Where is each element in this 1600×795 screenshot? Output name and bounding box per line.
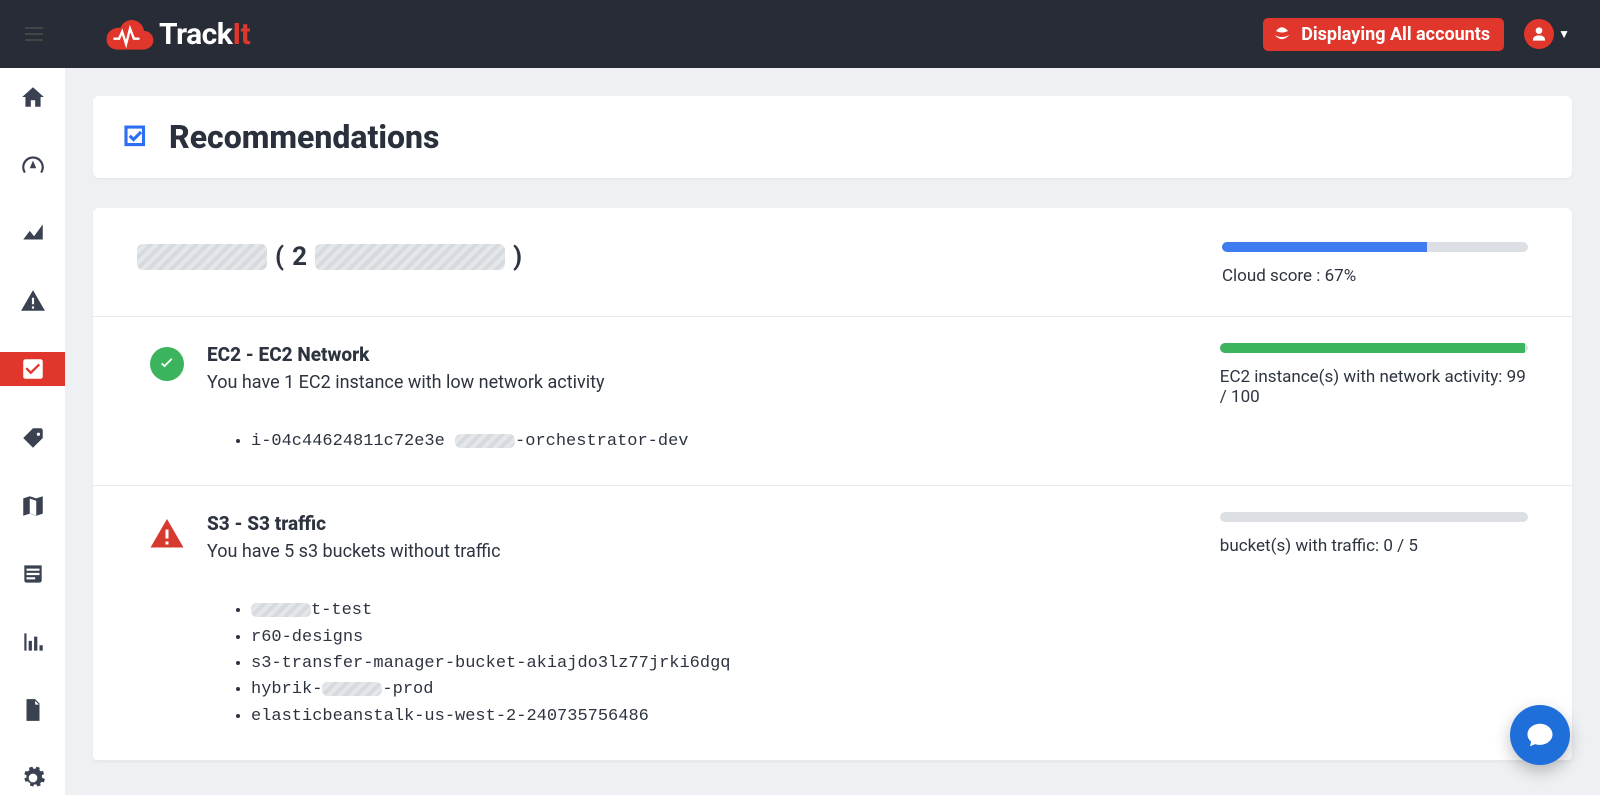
- area-chart-icon: [20, 220, 46, 246]
- status-ok-icon: [127, 343, 207, 455]
- page-title: Recommendations: [169, 118, 439, 156]
- rec-item-list: i-04c44624811c72e3e -orchestrator-dev: [207, 429, 1020, 455]
- recommendations-panel: ( 2 ) Cloud score : 67% EC2 - EC2 Networ…: [93, 208, 1572, 761]
- rec-title: S3 - S3 traffic: [207, 512, 1020, 535]
- chevron-down-icon: ▼: [1558, 27, 1570, 41]
- cloud-score-label: Cloud score : 67%: [1222, 266, 1528, 286]
- rec-item-list: t-testr60-designss3-transfer-manager-buc…: [207, 598, 1020, 730]
- warning-icon: [20, 288, 46, 314]
- metric-bar: [1220, 512, 1528, 522]
- sidebar-item-analytics[interactable]: [0, 216, 65, 250]
- aws-icon: [1273, 25, 1291, 43]
- paren-close: ): [513, 242, 522, 272]
- metric-label: EC2 instance(s) with network activity: 9…: [1220, 367, 1528, 407]
- paren-open: (: [275, 242, 284, 272]
- bar-chart-icon: [20, 629, 46, 655]
- news-icon: [20, 561, 46, 587]
- metric-label: bucket(s) with traffic: 0 / 5: [1220, 536, 1528, 556]
- rec-item: t-test: [251, 598, 1020, 624]
- rec-item: hybrik--prod: [251, 677, 1020, 703]
- main: Recommendations ( 2 ) Cloud score : 67%: [65, 68, 1600, 789]
- rec-item: i-04c44624811c72e3e -orchestrator-dev: [251, 429, 1020, 455]
- brand-logo[interactable]: TrackIt: [105, 17, 250, 52]
- account-selector-label: Displaying All accounts: [1301, 24, 1490, 45]
- gauge-icon: [20, 152, 46, 178]
- check-box-icon: [20, 356, 46, 382]
- menu-toggle[interactable]: [22, 22, 46, 42]
- chat-icon: [1525, 720, 1555, 750]
- redacted-text: [137, 244, 267, 270]
- user-icon: [1524, 19, 1554, 49]
- sidebar-item-alerts[interactable]: [0, 284, 65, 318]
- cloud-icon: [105, 17, 155, 51]
- check-circle-icon: [150, 347, 184, 381]
- map-icon: [20, 493, 46, 519]
- rec-section: EC2 - EC2 Network You have 1 EC2 instance…: [93, 317, 1572, 486]
- chat-button[interactable]: [1510, 705, 1570, 765]
- account-selector[interactable]: Displaying All accounts: [1263, 18, 1504, 51]
- brand-name: TrackIt: [159, 17, 250, 52]
- rec-subtitle: You have 5 s3 buckets without traffic: [207, 541, 1020, 562]
- sidebar-item-dashboard[interactable]: [0, 148, 65, 182]
- sidebar-item-home[interactable]: [0, 80, 65, 114]
- cloud-score-bar: [1222, 242, 1528, 252]
- metric-bar: [1220, 343, 1528, 353]
- rec-item: elasticbeanstalk-us-west-2-240735756486: [251, 704, 1020, 730]
- account-id-prefix: 2: [292, 242, 307, 272]
- tags-icon: [20, 425, 46, 451]
- sidebar: [0, 0, 65, 795]
- sidebar-item-reports[interactable]: [0, 625, 65, 659]
- account-name: ( 2 ): [137, 242, 1041, 272]
- warning-triangle-icon: [149, 516, 185, 552]
- sidebar-item-tags[interactable]: [0, 420, 65, 454]
- redacted-text: [455, 434, 515, 448]
- user-menu[interactable]: ▼: [1524, 19, 1570, 49]
- file-icon: [20, 697, 46, 723]
- page-header: Recommendations: [93, 96, 1572, 178]
- sidebar-item-documents[interactable]: [0, 693, 65, 727]
- redacted-text: [322, 682, 382, 696]
- rec-subtitle: You have 1 EC2 instance with low network…: [207, 372, 1020, 393]
- sidebar-item-settings[interactable]: [0, 761, 65, 795]
- account-header: ( 2 ) Cloud score : 67%: [93, 208, 1572, 317]
- check-box-icon: [121, 122, 151, 152]
- sidebar-item-map[interactable]: [0, 489, 65, 523]
- sidebar-item-recommendations[interactable]: [0, 352, 65, 386]
- rec-item: s3-transfer-manager-bucket-akiajdo3lz77j…: [251, 651, 1020, 677]
- topbar: TrackIt Displaying All accounts ▼: [0, 0, 1600, 68]
- sidebar-item-billing[interactable]: [0, 557, 65, 591]
- redacted-text: [315, 244, 505, 270]
- status-warn-icon: [127, 512, 207, 730]
- rec-section: S3 - S3 traffic You have 5 s3 buckets wit…: [93, 486, 1572, 761]
- redacted-text: [251, 603, 311, 617]
- rec-title: EC2 - EC2 Network: [207, 343, 1020, 366]
- rec-item: r60-designs: [251, 625, 1020, 651]
- home-icon: [20, 84, 46, 110]
- gear-icon: [20, 765, 46, 791]
